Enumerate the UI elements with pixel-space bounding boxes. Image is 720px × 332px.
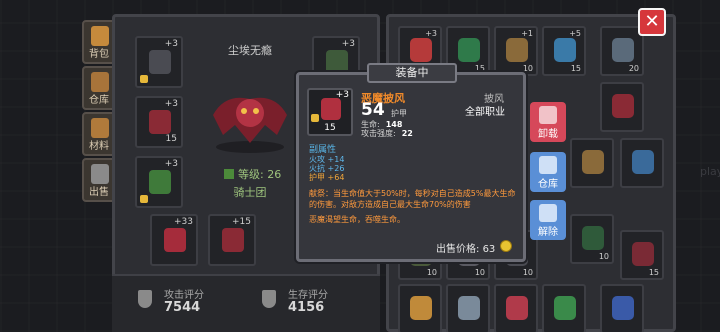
item-icon xyxy=(612,38,634,62)
item-icon xyxy=(582,150,604,174)
equip-slot-helmet[interactable]: +3 xyxy=(135,36,183,88)
tab-material[interactable]: 材料 xyxy=(82,112,116,156)
unequip-button[interactable]: 卸载 xyxy=(530,102,566,142)
item-icon xyxy=(612,94,634,118)
tab-label: 背包 xyxy=(89,49,109,60)
inventory-slot[interactable] xyxy=(570,138,614,188)
unequip-icon xyxy=(539,106,557,124)
item-icon xyxy=(554,38,576,62)
shield-icon xyxy=(262,290,276,308)
accessory-icon xyxy=(222,228,244,252)
sword-icon xyxy=(138,290,152,308)
inventory-slot[interactable]: +5 15 xyxy=(542,26,586,76)
inventory-slot[interactable] xyxy=(494,284,538,332)
background-text: playe xyxy=(700,165,720,178)
inventory-slot[interactable] xyxy=(600,284,644,332)
sub-attr-line: 护甲 +64 xyxy=(309,173,345,182)
item-icon xyxy=(506,38,528,62)
inventory-slot[interactable]: 15 xyxy=(620,230,664,280)
character-title: 尘埃无瘾 xyxy=(228,44,272,57)
lock-icon xyxy=(311,114,319,122)
close-button[interactable]: ✕ xyxy=(638,8,666,36)
inventory-slot[interactable]: +1 10 xyxy=(494,26,538,76)
item-icon xyxy=(554,296,576,320)
item-icon xyxy=(632,242,654,266)
material-icon xyxy=(91,118,109,138)
item-icon xyxy=(506,296,528,320)
unlock-button[interactable]: 解除 xyxy=(530,200,566,240)
item-icon xyxy=(458,38,480,62)
lock-icon xyxy=(140,75,148,83)
inventory-slot[interactable]: 10 xyxy=(570,214,614,264)
inventory-slot[interactable] xyxy=(398,284,442,332)
warehouse-icon xyxy=(91,72,109,92)
cloak-icon xyxy=(321,98,341,120)
inventory-slot[interactable] xyxy=(620,138,664,188)
inventory-slot[interactable] xyxy=(542,284,586,332)
level-icon xyxy=(224,169,234,179)
equip-slot-accessory-1[interactable]: +33 xyxy=(150,214,198,266)
tab-label: 仓库 xyxy=(89,95,109,106)
item-icon xyxy=(582,226,604,250)
inventory-slot[interactable] xyxy=(446,284,490,332)
sell-icon xyxy=(91,164,109,184)
equip-slot-armor[interactable]: +3 15 xyxy=(135,96,183,148)
lock-icon xyxy=(140,195,148,203)
item-icon xyxy=(410,38,432,62)
tab-label: 材料 xyxy=(89,141,109,152)
armor-icon xyxy=(149,110,171,134)
item-icon xyxy=(458,296,480,320)
tab-backpack[interactable]: 背包 xyxy=(82,20,116,64)
item-atk: 攻击强度: 22 xyxy=(361,129,413,138)
equip-slot-boots[interactable]: +3 xyxy=(135,156,183,208)
item-defense-label: 护甲 xyxy=(391,109,407,118)
character-level: 等级: 26 xyxy=(224,166,281,182)
backpack-icon xyxy=(91,26,109,46)
item-class: 全部职业 xyxy=(465,107,505,118)
tab-warehouse[interactable]: 仓库 xyxy=(82,66,116,110)
character-guild: 骑士团 xyxy=(233,186,267,199)
tab-sell[interactable]: 出售 xyxy=(82,158,116,202)
helmet-icon xyxy=(149,50,171,74)
item-icon xyxy=(632,150,654,174)
item-defense-value: 54 xyxy=(361,100,385,120)
sell-price: 出售价格: 63 xyxy=(436,244,496,255)
boots-icon xyxy=(149,170,171,194)
character-portrait xyxy=(213,97,287,153)
popup-item-icon: +3 15 xyxy=(307,88,353,136)
unlock-icon xyxy=(539,204,557,222)
inventory-slot[interactable] xyxy=(600,82,644,132)
storage-icon xyxy=(539,156,557,174)
stats-bar: 攻击评分 7544 生存评分 4156 xyxy=(112,274,380,332)
coin-icon xyxy=(500,240,512,252)
accessory-icon xyxy=(164,228,186,252)
popup-header: 装备中 xyxy=(367,63,457,83)
item-flavor: 恶魔渴望生命，吞噬生命。 xyxy=(309,215,405,224)
storage-button[interactable]: 仓库 xyxy=(530,152,566,192)
weapon-icon xyxy=(326,50,348,74)
item-description: 献祭：当生命值大于50%时，每秒对自己造成5%最大生命的伤害。对敌方造成自己最大… xyxy=(309,189,516,209)
tab-label: 出售 xyxy=(89,187,109,198)
item-icon xyxy=(612,296,634,320)
equip-slot-accessory-2[interactable]: +15 xyxy=(208,214,256,266)
item-icon xyxy=(410,296,432,320)
